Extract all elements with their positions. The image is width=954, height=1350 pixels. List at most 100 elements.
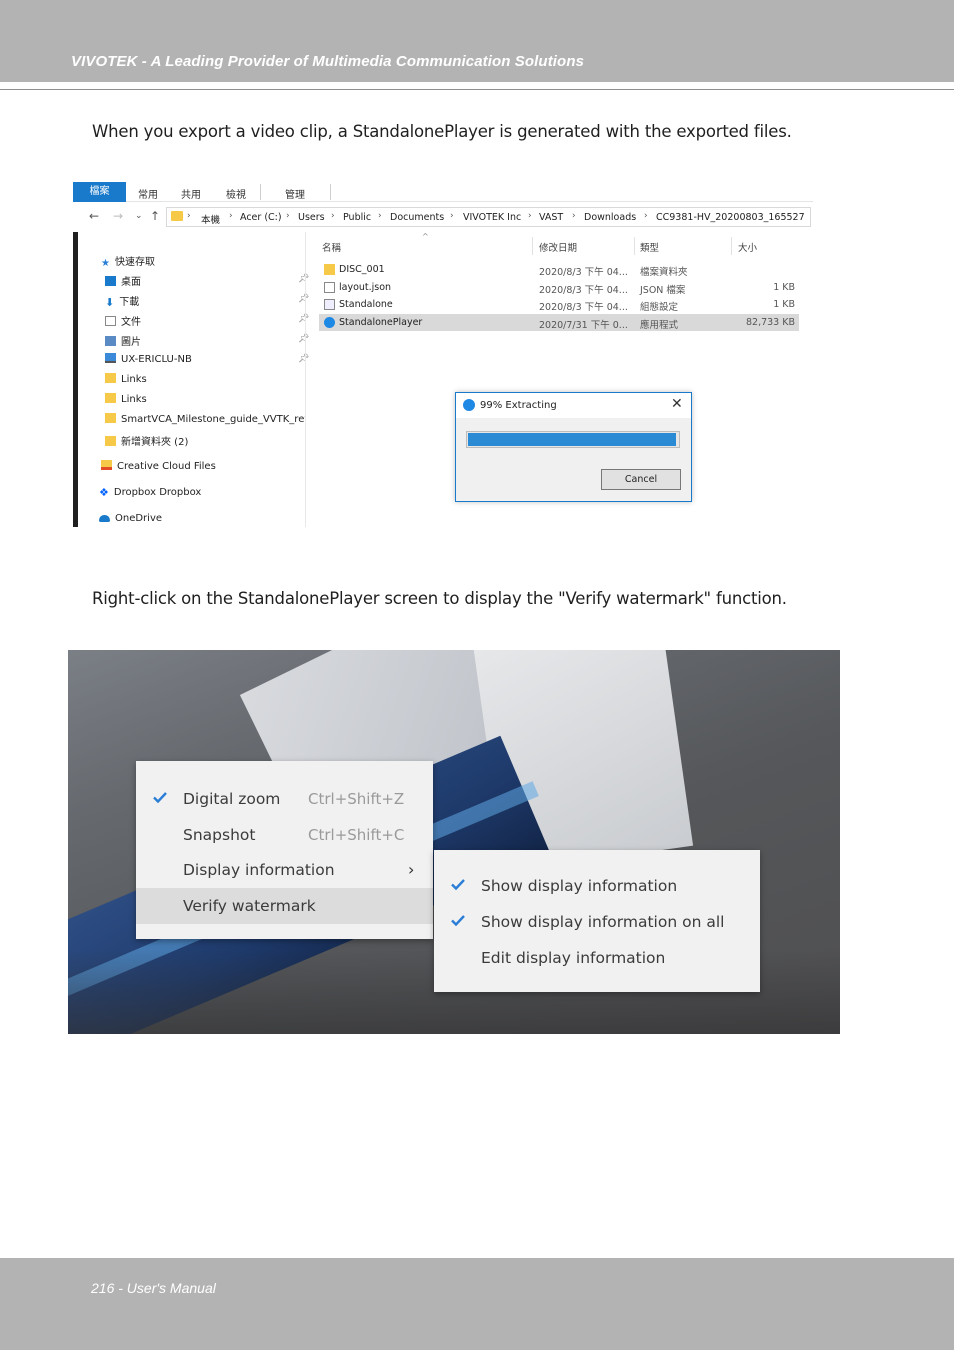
breadcrumb-item[interactable]: CC9381-HV_20200803_165527	[656, 212, 805, 223]
intro-paragraph: When you export a video clip, a Standalo…	[92, 122, 792, 141]
nav-item-dropbox[interactable]: ❖ Dropbox Dropbox	[99, 486, 201, 499]
check-icon	[153, 792, 167, 804]
file-size: 82,733 KB	[745, 317, 795, 328]
file-row[interactable]: layout.json 2020/8/3 下午 04... JSON 檔案 1 …	[319, 279, 799, 296]
column-header-type[interactable]: 類型	[640, 240, 659, 254]
file-row[interactable]: Standalone 2020/8/3 下午 04... 組態設定 1 KB	[319, 296, 799, 313]
column-header-size[interactable]: 大小	[738, 240, 757, 254]
tab-share[interactable]: 共用	[181, 186, 201, 201]
column-divider	[634, 237, 635, 255]
computer-icon	[105, 353, 116, 363]
config-icon	[324, 299, 335, 310]
instruction-paragraph: Right-click on the StandalonePlayer scre…	[92, 589, 787, 608]
pin-icon[interactable]: 📌︎	[298, 274, 309, 284]
nav-item-onedrive[interactable]: OneDrive	[99, 513, 162, 524]
player-icon	[463, 399, 475, 411]
pane-divider	[305, 232, 306, 527]
nav-item-downloads[interactable]: ⬇ 下載	[105, 293, 139, 309]
check-icon	[451, 915, 465, 927]
recent-chevron-icon[interactable]: ⌄	[135, 211, 143, 221]
close-icon[interactable]: ✕	[671, 396, 683, 412]
breadcrumb-separator-icon: ›	[378, 211, 382, 221]
column-header-date[interactable]: 修改日期	[539, 240, 577, 254]
breadcrumb-separator-icon: ›	[229, 211, 233, 221]
tab-file[interactable]: 檔案	[73, 182, 126, 202]
breadcrumb-item[interactable]: Acer (C:)	[240, 212, 282, 223]
pin-icon[interactable]: 📌︎	[298, 294, 309, 304]
nav-item-desktop[interactable]: 桌面	[105, 273, 141, 288]
menu-item-shortcut: Ctrl+Shift+C	[308, 826, 405, 844]
breadcrumb-item[interactable]: Documents	[390, 212, 444, 223]
address-box[interactable]: › 本機 › Acer (C:) › Users › Public › Docu…	[166, 207, 811, 227]
back-arrow-icon[interactable]: ←	[89, 209, 99, 223]
dialog-title: 99% Extracting	[480, 400, 557, 411]
document-icon	[105, 316, 116, 326]
nav-item-quick-access[interactable]: ★ 快速存取	[101, 253, 155, 269]
submenu-item-edit-display-information[interactable]: Edit display information	[434, 940, 760, 976]
pin-icon[interactable]: 📌︎	[298, 334, 309, 344]
file-size: 1 KB	[773, 299, 795, 310]
folder-icon	[171, 211, 183, 223]
menu-item-label: Display information	[183, 861, 335, 879]
dropbox-icon: ❖	[99, 486, 109, 499]
file-date: 2020/8/3 下午 04...	[539, 285, 628, 296]
tab-home[interactable]: 常用	[138, 186, 158, 201]
progress-bar	[466, 431, 680, 448]
nav-item-links[interactable]: Links	[105, 373, 147, 385]
forward-arrow-icon[interactable]: →	[113, 209, 123, 223]
nav-item-links[interactable]: Links	[105, 393, 147, 405]
submenu-item-show-display-information-on-all[interactable]: Show display information on all	[434, 904, 760, 940]
file-size: 1 KB	[773, 282, 795, 293]
file-type: 應用程式	[640, 320, 679, 331]
tab-manage[interactable]: 管理	[285, 186, 305, 201]
nav-item-documents[interactable]: 文件	[105, 313, 141, 328]
ribbon: 檔案 常用 共用 檢視 管理	[73, 182, 813, 202]
file-name: Standalone	[339, 299, 393, 310]
player-context-menu-screenshot: Digital zoom Ctrl+Shift+Z Snapshot Ctrl+…	[68, 650, 840, 1034]
up-arrow-icon[interactable]: ↑	[150, 209, 160, 223]
submenu-item-show-display-information[interactable]: Show display information	[434, 868, 760, 904]
menu-item-display-information[interactable]: Display information ›	[136, 852, 433, 888]
extracting-dialog: 99% Extracting ✕ Cancel	[455, 392, 692, 502]
file-date: 2020/8/3 下午 04...	[539, 267, 628, 278]
submenu-item-label: Show display information on all	[481, 913, 725, 931]
star-icon: ★	[101, 258, 110, 269]
ribbon-divider	[260, 184, 261, 200]
nav-item-pictures[interactable]: 圖片	[105, 333, 141, 348]
submenu-item-label: Edit display information	[481, 949, 666, 967]
header-divider	[0, 89, 954, 90]
column-divider	[532, 237, 533, 255]
menu-item-verify-watermark[interactable]: Verify watermark	[136, 888, 433, 924]
breadcrumb-item[interactable]: Users	[298, 212, 325, 223]
file-row[interactable]: DISC_001 2020/8/3 下午 04... 檔案資料夾	[319, 261, 799, 278]
ribbon-divider	[330, 184, 331, 200]
pin-icon[interactable]: 📌︎	[298, 354, 309, 364]
breadcrumb-item[interactable]: 本機	[201, 212, 220, 226]
menu-item-digital-zoom[interactable]: Digital zoom Ctrl+Shift+Z	[136, 781, 433, 817]
menu-item-label: Digital zoom	[183, 790, 281, 808]
nav-item-new-folder[interactable]: 新增資料夾 (2)	[105, 433, 188, 448]
cancel-button[interactable]: Cancel	[601, 469, 681, 490]
breadcrumb-item[interactable]: Public	[343, 212, 371, 223]
folder-icon	[105, 373, 116, 383]
file-icon	[324, 282, 335, 293]
file-row-selected[interactable]: StandalonePlayer 2020/7/31 下午 0... 應用程式 …	[319, 314, 799, 331]
submenu-item-label: Show display information	[481, 877, 678, 895]
pin-icon[interactable]: 📌︎	[298, 314, 309, 324]
creative-cloud-icon	[101, 460, 112, 470]
breadcrumb-separator-icon: ›	[187, 211, 191, 221]
nav-item-creative-cloud[interactable]: Creative Cloud Files	[101, 460, 216, 472]
menu-item-snapshot[interactable]: Snapshot Ctrl+Shift+C	[136, 817, 433, 853]
breadcrumb-item[interactable]: VIVOTEK Inc	[463, 212, 521, 223]
folder-icon	[105, 436, 116, 446]
breadcrumb-item[interactable]: VAST	[539, 212, 563, 223]
nav-item-smartvca-folder[interactable]: SmartVCA_Milestone_guide_VVTK_rev1	[105, 413, 305, 425]
file-type: 組態設定	[640, 302, 679, 313]
breadcrumb-separator-icon: ›	[528, 211, 532, 221]
breadcrumb-item[interactable]: Downloads	[584, 212, 636, 223]
explorer-screenshot: 檔案 常用 共用 檢視 管理 ← → ⌄ ↑ › 本機 › Acer (C:) …	[73, 182, 813, 527]
nav-item-computer[interactable]: UX-ERICLU-NB	[105, 353, 192, 365]
column-divider	[731, 237, 732, 255]
column-header-name[interactable]: 名稱	[322, 240, 341, 254]
tab-view[interactable]: 檢視	[226, 186, 246, 201]
